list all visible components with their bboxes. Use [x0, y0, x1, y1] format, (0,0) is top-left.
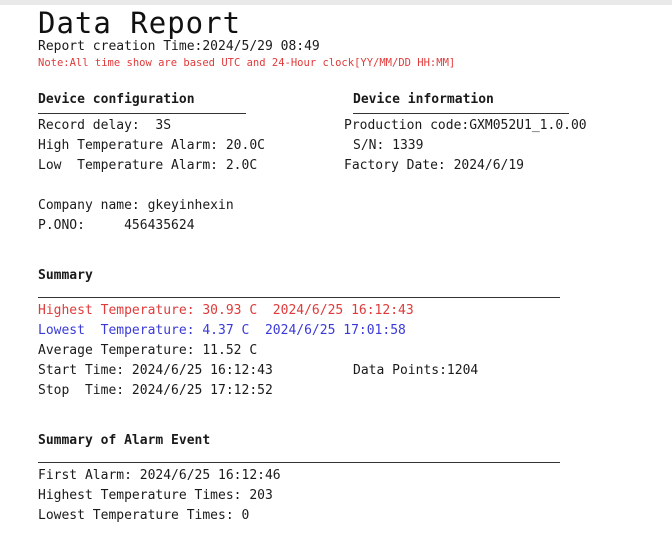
po-number: P.ONO: 456435624: [38, 218, 195, 233]
highest-temperature-times: Highest Temperature Times: 203: [38, 488, 273, 503]
average-temperature: Average Temperature: 11.52 C: [38, 343, 258, 358]
serial-number: S/N: 1339: [353, 138, 424, 153]
report-note: Note:All time show are based UTC and 24-…: [38, 57, 456, 69]
report-title: Data Report: [38, 6, 242, 40]
factory-date: Factory Date: 2024/6/19: [344, 158, 525, 173]
start-time: Start Time: 2024/6/25 16:12:43: [38, 363, 273, 378]
top-bar: [0, 0, 672, 5]
report-creation-time: Report creation Time:2024/5/29 08:49: [38, 39, 320, 54]
highest-temperature: Highest Temperature: 30.93 C 2024/6/25 1…: [38, 303, 414, 318]
device-information-rule: [353, 113, 569, 114]
stop-time: Stop Time: 2024/6/25 17:12:52: [38, 383, 273, 398]
summary-rule: [38, 297, 560, 298]
alarm-summary-rule: [38, 462, 560, 463]
production-code: Production code:GXM052U1_1.0.00: [344, 118, 587, 133]
device-configuration-rule: [38, 113, 246, 114]
first-alarm: First Alarm: 2024/6/25 16:12:46: [38, 468, 281, 483]
company-name: Company name: gkeyinhexin: [38, 198, 234, 213]
low-temperature-alarm: Low Temperature Alarm: 2.0C: [38, 158, 258, 173]
data-points: Data Points:1204: [353, 363, 479, 378]
lowest-temperature-times: Lowest Temperature Times: 0: [38, 508, 250, 523]
device-information-heading: Device information: [353, 92, 494, 107]
high-temperature-alarm: High Temperature Alarm: 20.0C: [38, 138, 265, 153]
summary-heading: Summary: [38, 268, 93, 283]
alarm-summary-heading: Summary of Alarm Event: [38, 433, 211, 448]
device-configuration-heading: Device configuration: [38, 92, 195, 107]
lowest-temperature: Lowest Temperature: 4.37 C 2024/6/25 17:…: [38, 323, 406, 338]
record-delay: Record delay: 3S: [38, 118, 172, 133]
